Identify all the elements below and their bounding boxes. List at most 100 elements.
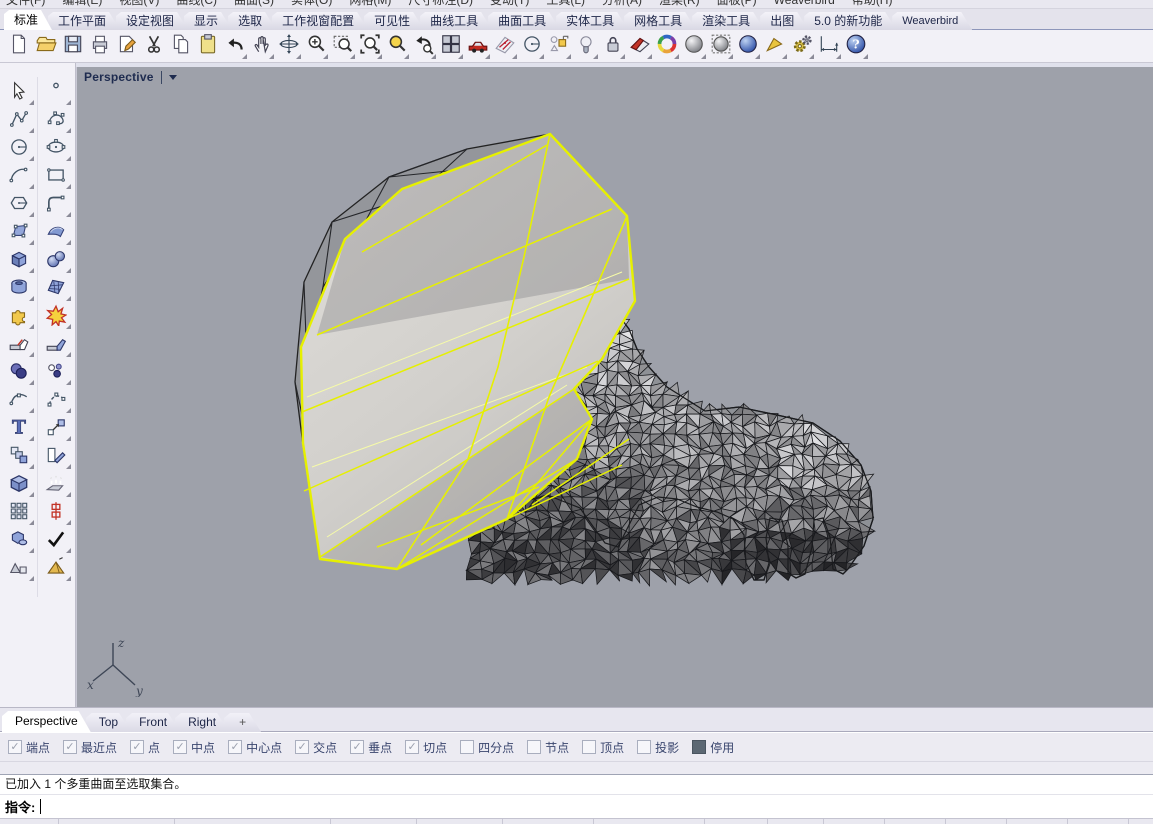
sidebar-trim-button[interactable] xyxy=(39,443,73,471)
paste-button[interactable] xyxy=(194,32,221,60)
light-button[interactable] xyxy=(572,32,599,60)
toolbar-tab-7[interactable]: 曲线工具 xyxy=(420,12,492,30)
toolbar-tab-1[interactable]: 工作平面 xyxy=(48,12,120,30)
menu-item[interactable]: 实体(O) xyxy=(291,0,332,8)
layer-wedge-button[interactable] xyxy=(626,32,653,60)
osnap-5[interactable]: ✓中心点 xyxy=(228,739,282,756)
osnap-disable[interactable]: 停用 xyxy=(692,739,734,756)
toolbar-tab-standard[interactable]: 标准 xyxy=(4,10,52,30)
sidebar-text-button[interactable]: T xyxy=(2,415,36,443)
drafting-cplane-button[interactable] xyxy=(491,32,518,60)
object-shapes-button[interactable] xyxy=(545,32,572,60)
sidebar-chamfer-edge-button[interactable] xyxy=(39,331,73,359)
sidebar-patch-surface-button[interactable] xyxy=(2,219,36,247)
menu-item[interactable]: 文件(F) xyxy=(6,0,45,8)
sidebar-lights-button[interactable] xyxy=(39,471,73,499)
menu-item[interactable]: 面板(P) xyxy=(717,0,757,8)
menu-item[interactable]: 曲面(S) xyxy=(234,0,274,8)
sidebar-cylinder-button[interactable] xyxy=(2,275,36,303)
sidebar-loft-surface-button[interactable] xyxy=(39,219,73,247)
sidebar-spheres-button[interactable] xyxy=(39,247,73,275)
circle-center-button[interactable] xyxy=(518,32,545,60)
print-button[interactable] xyxy=(86,32,113,60)
toolbar-tab-13[interactable]: 5.0 的新功能 xyxy=(804,12,896,30)
sidebar-control-curve-button[interactable] xyxy=(39,107,73,135)
sidebar-solid-box-button[interactable] xyxy=(2,471,36,499)
osnap-3[interactable]: ✓点 xyxy=(130,739,160,756)
save-button[interactable] xyxy=(59,32,86,60)
sidebar-point-dots-button[interactable] xyxy=(39,359,73,387)
toolbar-tab-4[interactable]: 选取 xyxy=(228,12,276,30)
new-file-button[interactable] xyxy=(5,32,32,60)
toolbar-tab-14[interactable]: Weaverbird xyxy=(892,12,972,30)
sidebar-arc-button[interactable] xyxy=(2,163,36,191)
zoom-window-button[interactable] xyxy=(329,32,356,60)
menu-item[interactable]: 编辑(E) xyxy=(62,0,102,8)
sidebar-array-grid-button[interactable] xyxy=(2,499,36,527)
help-button[interactable]: ? xyxy=(842,32,869,60)
viewport-title[interactable]: Perspective xyxy=(84,70,177,84)
menu-item[interactable]: 渲染(R) xyxy=(659,0,700,8)
menu-item[interactable]: 网格(M) xyxy=(349,0,391,8)
rendered-sphere-button[interactable] xyxy=(734,32,761,60)
color-wheel-button[interactable] xyxy=(653,32,680,60)
shaded-sphere-button[interactable] xyxy=(680,32,707,60)
toolbar-tab-12[interactable]: 出图 xyxy=(760,12,808,30)
sidebar-rebuild-curve-button[interactable] xyxy=(39,387,73,415)
sidebar-rectangle-button[interactable] xyxy=(39,163,73,191)
arrow-cone-button[interactable] xyxy=(761,32,788,60)
menu-item[interactable]: 分析(A) xyxy=(602,0,642,8)
sidebar-pyramid-button[interactable] xyxy=(39,555,73,583)
osnap-7[interactable]: ✓垂点 xyxy=(350,739,392,756)
sidebar-select-arrow-button[interactable] xyxy=(2,79,36,107)
menu-item[interactable]: 帮助(H) xyxy=(852,0,893,8)
toolbar-tab-8[interactable]: 曲面工具 xyxy=(488,12,560,30)
menu-item[interactable]: 视图(V) xyxy=(119,0,159,8)
sidebar-group-button[interactable] xyxy=(2,527,36,555)
osnap-6[interactable]: ✓交点 xyxy=(295,739,337,756)
sidebar-move-scale-button[interactable] xyxy=(39,415,73,443)
osnap-2[interactable]: ✓最近点 xyxy=(63,739,117,756)
toolbar-tab-3[interactable]: 显示 xyxy=(184,12,232,30)
osnap-1[interactable]: ✓端点 xyxy=(8,739,50,756)
menu-item[interactable]: 变动(T) xyxy=(490,0,529,8)
osnap-10[interactable]: 节点 xyxy=(527,739,569,756)
sidebar-explode-burst-button[interactable] xyxy=(39,303,73,331)
zoom-dynamic-button[interactable] xyxy=(302,32,329,60)
sidebar-ellipse-button[interactable] xyxy=(39,135,73,163)
toolbar-tab-11[interactable]: 渲染工具 xyxy=(692,12,764,30)
toolbar-tab-10[interactable]: 网格工具 xyxy=(624,12,696,30)
rotate-view-button[interactable] xyxy=(275,32,302,60)
viewport-tab-front[interactable]: Front xyxy=(126,713,180,732)
pan-button[interactable] xyxy=(248,32,275,60)
lock-button[interactable] xyxy=(599,32,626,60)
sidebar-circle-center-button[interactable] xyxy=(2,135,36,163)
sidebar-polygon-button[interactable] xyxy=(2,191,36,219)
options-gears-button[interactable] xyxy=(788,32,815,60)
toolbar-tab-9[interactable]: 实体工具 xyxy=(556,12,628,30)
viewport-tab-perspective[interactable]: Perspective xyxy=(2,711,91,732)
sidebar-fillet-curve-button[interactable] xyxy=(39,191,73,219)
osnap-8[interactable]: ✓切点 xyxy=(405,739,447,756)
viewport-tab-top[interactable]: Top xyxy=(86,713,131,732)
sidebar-boolean-puzzle-button[interactable] xyxy=(2,303,36,331)
toolbar-tab-2[interactable]: 设定视图 xyxy=(116,12,188,30)
undo-button[interactable] xyxy=(221,32,248,60)
open-file-button[interactable] xyxy=(32,32,59,60)
sidebar-single-point-button[interactable] xyxy=(39,79,73,107)
command-line[interactable]: 指令: xyxy=(0,794,1153,818)
osnap-12[interactable]: 投影 xyxy=(637,739,679,756)
viewport-perspective[interactable]: Perspective z x y xyxy=(76,67,1153,707)
osnap-11[interactable]: 顶点 xyxy=(582,739,624,756)
viewport-tab-right[interactable]: Right xyxy=(175,713,229,732)
copy-button[interactable] xyxy=(167,32,194,60)
menu-item[interactable]: Weaverbird xyxy=(774,0,835,7)
zoom-extents-button[interactable] xyxy=(356,32,383,60)
new-viewport-tab[interactable]: + xyxy=(224,713,261,732)
sidebar-curve-handle-button[interactable] xyxy=(2,387,36,415)
car-button[interactable] xyxy=(464,32,491,60)
zoom-selected-button[interactable] xyxy=(383,32,410,60)
toolbar-tab-5[interactable]: 工作视窗配置 xyxy=(272,12,368,30)
viewport-layout-button[interactable] xyxy=(437,32,464,60)
sidebar-check-button[interactable] xyxy=(39,527,73,555)
